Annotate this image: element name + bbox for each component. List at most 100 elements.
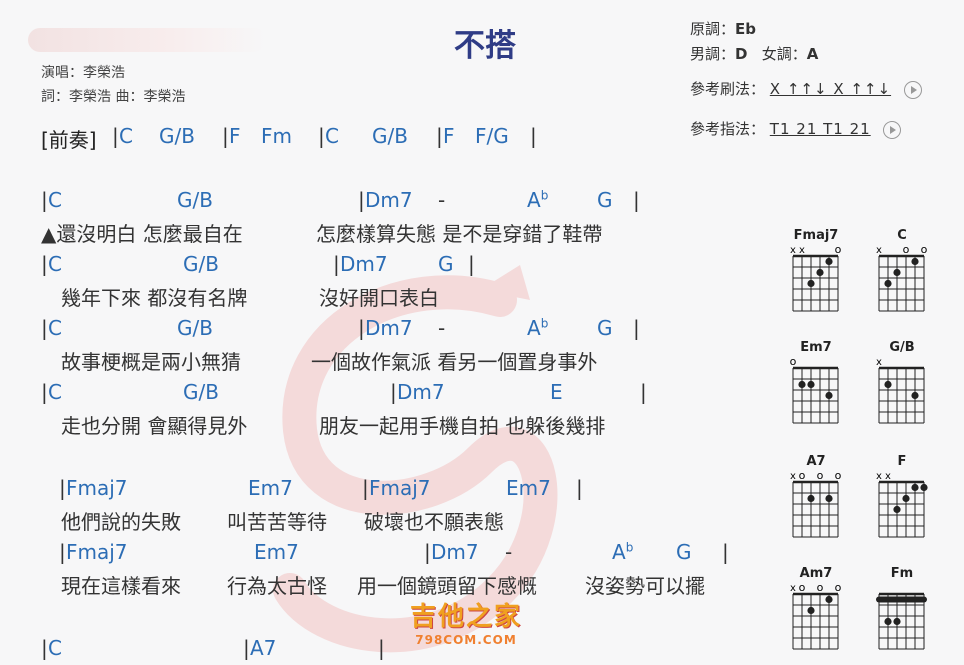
lyric-line: 朋友一起用手機自拍 也躲後幾排 <box>319 414 606 438</box>
lyric-line: 幾年下來 都沒有名牌 <box>61 286 248 310</box>
chord-symbol: Dm7 <box>365 188 413 212</box>
finger-pattern: T1 21 T1 21 <box>769 120 871 138</box>
lyric-line: 他們說的失敗 <box>61 510 181 534</box>
finger-pattern-row: 參考指法： T1 21 T1 21 <box>690 118 902 139</box>
bar-line: | <box>722 540 729 564</box>
female-key-value: A <box>806 45 819 63</box>
chord-symbol: Fmaj7 <box>66 540 128 564</box>
open-string-mark: o <box>817 581 824 594</box>
chord-symbol: F <box>229 124 241 148</box>
muted-string-mark: x <box>876 357 882 368</box>
chord-symbol: Fmaj7 <box>369 476 431 500</box>
bar-line: | <box>362 476 369 500</box>
chord-symbol: G <box>597 188 613 212</box>
original-key: 原調：Eb <box>690 20 756 38</box>
muted-string-mark: x <box>885 471 891 482</box>
chord-symbol: Dm7 <box>365 316 413 340</box>
site-watermark: 吉他之家 798COM.COM <box>410 596 522 647</box>
open-string-mark: o <box>790 355 797 368</box>
finger-dot <box>825 494 833 503</box>
finger-dot <box>807 606 815 615</box>
writer-credit: 詞：李榮浩 曲：李榮浩 <box>41 89 186 105</box>
chord-diagram: A7 x o o o <box>784 454 848 540</box>
chord-flat-mark: b <box>540 316 549 331</box>
chord-symbol: G/B <box>372 124 408 148</box>
chord-symbol: G/B <box>159 124 195 148</box>
lyric-line: 沒姿勢可以擺 <box>585 574 705 598</box>
finger-dot <box>807 380 815 389</box>
chord-symbol: G/B <box>177 316 213 340</box>
fretboard-grid: x <box>876 357 925 424</box>
fretboard-grid: xx <box>876 471 928 538</box>
chord-diagram-name: Fm <box>890 566 914 581</box>
muted-string-mark: x <box>876 245 882 256</box>
bar-line: | <box>41 316 48 340</box>
finger-dot <box>884 617 892 626</box>
chord-diagram-name: C <box>897 228 907 243</box>
fretboard-grid: xooo <box>790 581 842 650</box>
chord-diagram: Fxx <box>870 454 934 540</box>
bar-line: | <box>41 252 48 276</box>
fretboard-grid <box>876 592 927 650</box>
finger-dot <box>911 391 919 400</box>
chord-symbol: Dm7 <box>340 252 388 276</box>
bar-line: | <box>424 540 431 564</box>
bar-line: - <box>438 188 446 212</box>
lyric-line: 怎麼樣算失態 是不是穿錯了鞋帶 <box>316 222 603 246</box>
finger-dot <box>911 483 919 492</box>
bar-line: | <box>59 540 66 564</box>
chord-symbol: Em7 <box>248 476 293 500</box>
fretboard-grid: o <box>790 355 839 424</box>
bar-line: | <box>333 252 340 276</box>
play-finger-icon[interactable] <box>883 120 902 139</box>
bar-line: | <box>59 476 66 500</box>
open-string-mark: o <box>835 469 842 482</box>
chord-symbol: A7 <box>250 636 277 660</box>
chord-symbol: C <box>119 124 133 148</box>
singer-credit: 演唱：李榮浩 <box>41 65 125 81</box>
lyric-line: 沒好開口表白 <box>319 286 439 310</box>
bar-line: | <box>358 188 365 212</box>
chord-diagram-name: Em7 <box>800 340 832 355</box>
muted-string-mark: x <box>790 471 796 482</box>
fretboard-grid: xx o <box>790 243 842 312</box>
chord-diagram-name: Fmaj7 <box>793 228 839 243</box>
open-string-mark: o <box>903 243 910 256</box>
chord-symbol: Ab <box>612 540 634 564</box>
lyric-line: 一個故作氣派 看另一個置身事外 <box>311 350 598 374</box>
chord-diagram: G/B x <box>870 340 934 426</box>
chord-symbol: Em7 <box>506 476 551 500</box>
chord-symbol: Ab <box>527 188 549 212</box>
chord-diagram-name: G/B <box>889 340 915 355</box>
male-key-value: D <box>735 45 748 63</box>
chord-symbol: Em7 <box>254 540 299 564</box>
bar-line: | <box>530 124 537 148</box>
original-key-value: Eb <box>735 20 756 38</box>
chord-diagram: Em7 o <box>784 340 848 426</box>
chord-diagram: Am7 x o o o <box>784 566 848 652</box>
bar-line: | <box>41 380 48 404</box>
barre-mark <box>876 596 927 603</box>
bar-line: - <box>438 316 446 340</box>
chord-diagram-name: F <box>897 454 907 469</box>
bar-line: | <box>318 124 325 148</box>
bar-line: | <box>468 252 475 276</box>
bar-line: | <box>41 188 48 212</box>
bar-line: | <box>243 636 250 660</box>
finger-dot <box>825 257 833 266</box>
chord-flat-mark: b <box>540 188 549 203</box>
finger-dot <box>884 380 892 389</box>
chord-symbol: C <box>48 316 62 340</box>
play-strum-icon[interactable] <box>903 80 922 99</box>
chord-symbol: Ab <box>527 316 549 340</box>
bar-line: | <box>640 380 647 404</box>
finger-dot <box>807 494 815 503</box>
lyric-line: 走也分開 會顯得見外 <box>61 414 248 438</box>
chord-symbol: C <box>48 636 62 660</box>
chord-symbol: F/G <box>475 124 509 148</box>
lyric-line: 現在這樣看來 <box>61 574 181 598</box>
bar-line: | <box>633 188 640 212</box>
finger-dot <box>825 391 833 400</box>
chord-flat-mark: b <box>625 540 634 555</box>
finger-dot <box>893 268 901 277</box>
